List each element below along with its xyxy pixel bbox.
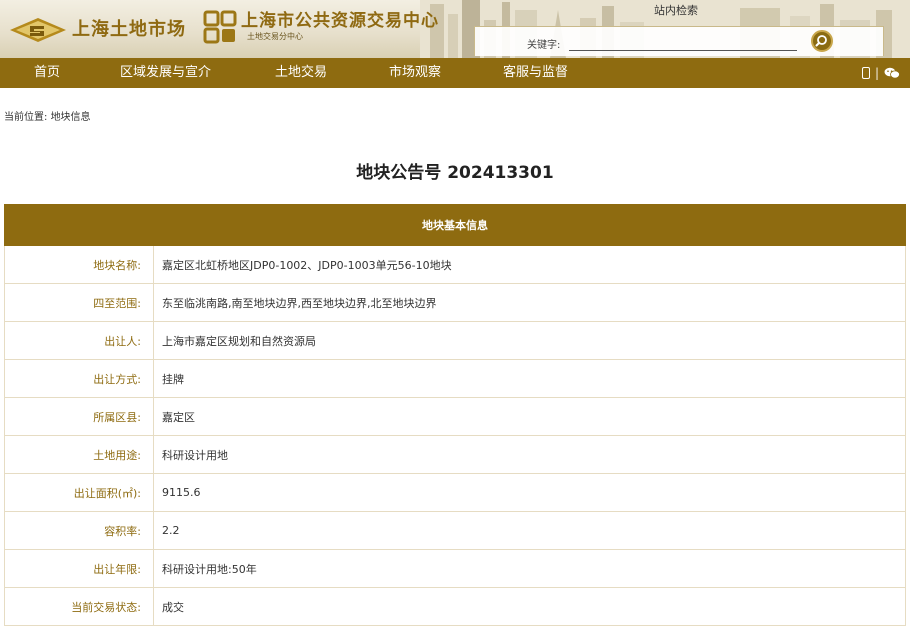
- search-box: 关键字:: [474, 26, 884, 56]
- site-logo-text: 上海土地市场: [72, 19, 186, 40]
- resource-center-title: 上海市公共资源交易中心: [241, 11, 439, 31]
- nav-item-home[interactable]: 首页: [34, 58, 60, 88]
- breadcrumb: 当前位置: 地块信息: [4, 108, 91, 123]
- row-value: 2.2: [153, 511, 906, 550]
- site-logo[interactable]: 上海土地市场: [6, 8, 186, 48]
- row-value: 嘉定区: [153, 397, 906, 436]
- nav-item-land-trading[interactable]: 土地交易: [275, 58, 327, 88]
- row-value: 9115.6: [153, 473, 906, 512]
- row-label: 出让方式:: [4, 359, 154, 398]
- row-label: 出让面积(㎡):: [4, 473, 154, 512]
- breadcrumb-current[interactable]: 地块信息: [51, 112, 91, 123]
- table-row: 土地用途: 科研设计用地: [4, 435, 906, 474]
- breadcrumb-prefix: 当前位置:: [4, 112, 48, 123]
- mobile-icon[interactable]: [861, 67, 870, 79]
- row-label: 地块名称:: [4, 245, 154, 284]
- table-row: 出让面积(㎡): 9115.6: [4, 473, 906, 512]
- header-banner: 上海土地市场 上海市公共资源交易中心 土地交易分中心 站内检索 关键字:: [0, 0, 910, 58]
- table-header-row: 地块基本信息: [4, 204, 906, 246]
- nav-item-regional-development[interactable]: 区域发展与宣介: [120, 58, 211, 88]
- search-keyword-label: 关键字:: [527, 40, 561, 51]
- row-value: 科研设计用地:50年: [153, 549, 906, 588]
- row-label: 容积率:: [4, 511, 154, 550]
- land-market-logo-icon: [10, 18, 66, 42]
- table-row: 四至范围: 东至临洮南路,南至地块边界,西至地块边界,北至地块边界: [4, 283, 906, 322]
- resource-center-logo-icon: [203, 10, 237, 44]
- row-value: 嘉定区北虹桥地区JDP0-1002、JDP0-1003单元56-10地块: [153, 245, 906, 284]
- table-row: 地块名称: 嘉定区北虹桥地区JDP0-1002、JDP0-1003单元56-10…: [4, 245, 906, 284]
- nav-item-service-supervision[interactable]: 客服与监督: [503, 58, 568, 88]
- row-label: 土地用途:: [4, 435, 154, 474]
- row-value: 挂牌: [153, 359, 906, 398]
- row-label: 四至范围:: [4, 283, 154, 322]
- resource-center-logo[interactable]: 上海市公共资源交易中心 土地交易分中心: [203, 10, 439, 44]
- table-row: 所属区县: 嘉定区: [4, 397, 906, 436]
- table-row: 出让人: 上海市嘉定区规划和自然资源局: [4, 321, 906, 360]
- plot-info-table: 地块基本信息 地块名称: 嘉定区北虹桥地区JDP0-1002、JDP0-1003…: [4, 204, 906, 626]
- nav-separator: |: [874, 66, 879, 80]
- row-value: 成交: [153, 587, 906, 626]
- main-nav: 首页 区域发展与宣介 土地交易 市场观察 客服与监督 |: [0, 58, 910, 88]
- resource-center-subtitle: 土地交易分中心: [247, 32, 303, 41]
- table-row: 当前交易状态: 成交: [4, 587, 906, 626]
- row-value: 上海市嘉定区规划和自然资源局: [153, 321, 906, 360]
- page-title: 地块公告号 202413301: [356, 163, 554, 183]
- site-search-tab[interactable]: 站内检索: [622, 4, 730, 28]
- table-row: 出让方式: 挂牌: [4, 359, 906, 398]
- row-value: 科研设计用地: [153, 435, 906, 474]
- table-row: 容积率: 2.2: [4, 511, 906, 550]
- wechat-icon[interactable]: [884, 67, 900, 79]
- row-label: 当前交易状态:: [4, 587, 154, 626]
- search-button[interactable]: [811, 30, 833, 52]
- search-input[interactable]: [569, 33, 797, 51]
- table-header: 地块基本信息: [4, 204, 906, 246]
- nav-item-market-observation[interactable]: 市场观察: [389, 58, 441, 88]
- row-label: 所属区县:: [4, 397, 154, 436]
- row-label: 出让年限:: [4, 549, 154, 588]
- row-value: 东至临洮南路,南至地块边界,西至地块边界,北至地块边界: [153, 283, 906, 322]
- row-label: 出让人:: [4, 321, 154, 360]
- search-icon: [815, 35, 827, 47]
- nav-icons: |: [861, 58, 900, 88]
- table-row: 出让年限: 科研设计用地:50年: [4, 549, 906, 588]
